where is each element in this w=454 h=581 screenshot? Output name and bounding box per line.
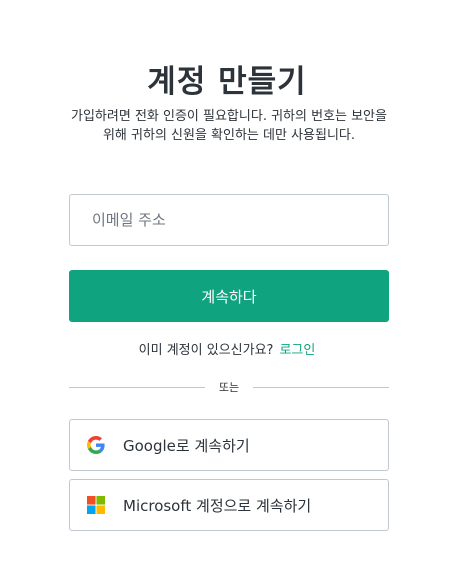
continue-button[interactable]: 계속하다 bbox=[69, 270, 389, 322]
divider-line-right bbox=[253, 386, 389, 388]
email-input[interactable] bbox=[69, 194, 389, 246]
microsoft-signin-button[interactable]: Microsoft 계정으로 계속하기 bbox=[69, 479, 389, 531]
microsoft-signin-label: Microsoft 계정으로 계속하기 bbox=[123, 496, 312, 515]
login-row: 이미 계정이 있으신가요? 로그인 bbox=[0, 339, 454, 358]
page-subtitle: 가입하려면 전화 인증이 필요합니다. 귀하의 번호는 보안을 위해 귀하의 신… bbox=[71, 109, 387, 143]
google-signin-label: Google로 계속하기 bbox=[123, 436, 250, 455]
page-title: 계정 만들기 bbox=[147, 64, 307, 100]
google-logo-icon bbox=[86, 435, 106, 455]
login-link[interactable]: 로그인 bbox=[279, 343, 315, 358]
google-signin-button[interactable]: Google로 계속하기 bbox=[69, 419, 389, 471]
microsoft-logo-icon bbox=[86, 495, 106, 515]
signup-page: 계정 만들기 가입하려면 전화 인증이 필요합니다. 귀하의 번호는 보안을 위… bbox=[0, 0, 454, 581]
or-divider: 또는 bbox=[69, 378, 389, 396]
divider-line-left bbox=[69, 386, 205, 388]
divider-text: 또는 bbox=[218, 381, 240, 394]
login-prompt: 이미 계정이 있으신가요? bbox=[138, 343, 274, 358]
